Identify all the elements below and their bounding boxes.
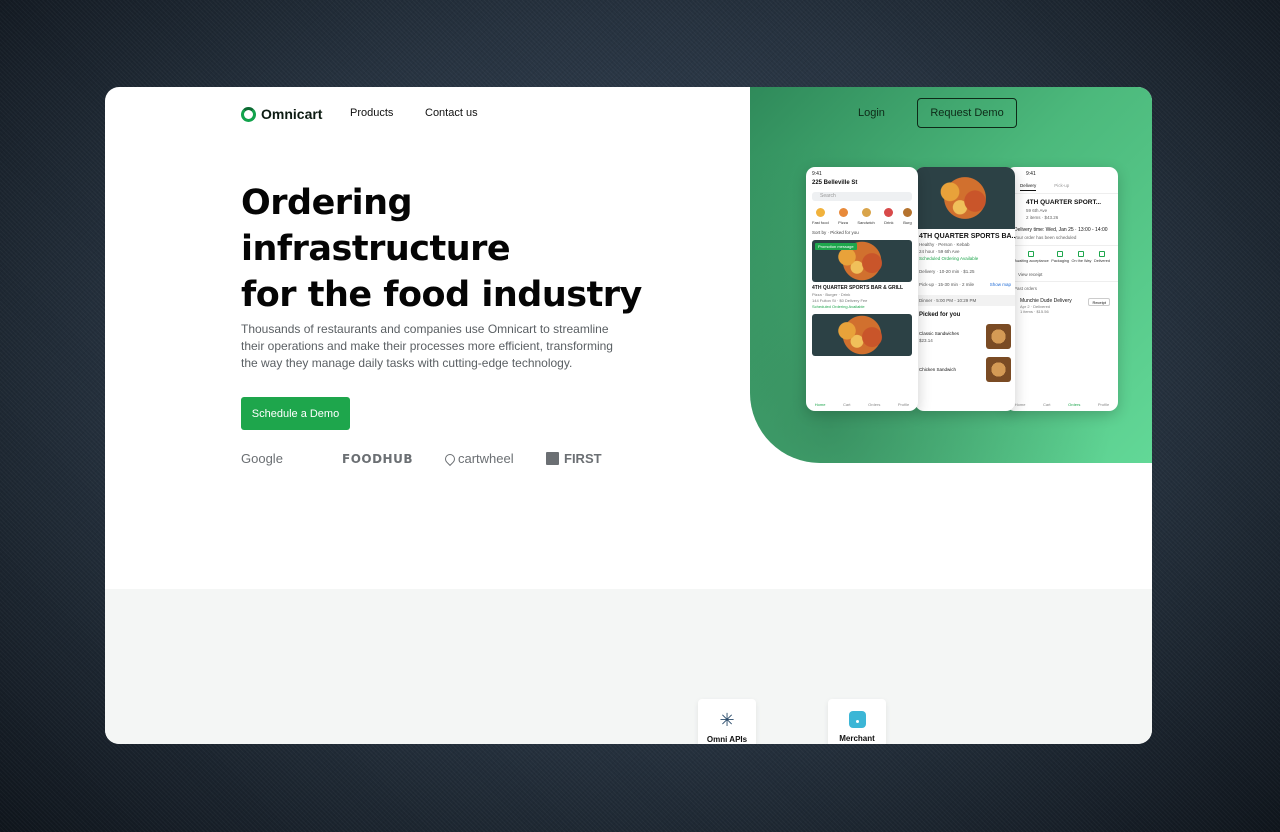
nav-contact[interactable]: Contact us [425, 107, 478, 119]
feature-card-merchant[interactable]: Merchant [828, 699, 886, 744]
phone-time: 9:41 [812, 171, 822, 177]
menu-item-image [986, 357, 1011, 382]
order-address: 59 6th Ave [1026, 208, 1048, 213]
step: Awaiting acceptance [1014, 251, 1049, 263]
phone-time: 9:41 [1026, 171, 1036, 177]
hero-title-line: for the food industry [241, 275, 642, 315]
tab-home: Home [814, 402, 826, 407]
hero-title: Ordering infrastructure for the food ind… [241, 180, 661, 318]
pickup-info: Pick-up · 15-30 min · 2 mile Show map [919, 282, 1011, 287]
phone-sort: Sort by · Picked for you [812, 230, 859, 235]
hero-description: Thousands of restaurants and companies u… [241, 322, 613, 370]
delivery-info: Delivery · 10-20 min · $1.25 [919, 269, 975, 274]
phone-mockup-orders: 9:41 Delivery Pick-up 4TH QUARTER SPORT.… [1006, 167, 1118, 411]
phone-tabbar: Home Cart Orders Profile [806, 402, 918, 407]
past-order: Munchie Dude Delivery Apr 2 · Delivered … [1006, 292, 1118, 314]
location-pin-icon [442, 451, 458, 466]
order-scheduled: Your order has been scheduled [1014, 235, 1077, 240]
step: Delivered [1094, 251, 1110, 263]
logo-text: Omnicart [261, 106, 323, 122]
restaurant-status: Scheduled Ordering Available [919, 256, 979, 261]
feature-card-omni-apis[interactable]: ✳ Omni APIs [698, 699, 756, 744]
category-item: Sandwich [857, 208, 875, 225]
phone-mockup-home: 9:41 225 Belleville St Search Fast food … [806, 167, 918, 411]
step: Packaging [1051, 251, 1069, 263]
partner-foodhub: FOODHUB [342, 452, 413, 466]
tab-orders: Orders [868, 402, 881, 407]
menu-selector: Dinner · 5:00 PM - 10:29 PM [915, 295, 1015, 306]
merchant-icon [848, 711, 866, 728]
tab-orders: Orders [1068, 402, 1081, 407]
login-link[interactable]: Login [858, 107, 885, 119]
request-demo-button[interactable]: Request Demo [917, 98, 1017, 128]
hero-title-line: infrastructure [241, 229, 511, 269]
features-section: ✳ Omni APIs Merchant [105, 589, 1152, 744]
partner-first-label: FIRST [564, 451, 602, 466]
phone-tabbar: Home Cart Orders Profile [1006, 402, 1118, 407]
view-receipt: View receipt [1006, 268, 1118, 282]
restaurant-hours: 24 hour · 59 6th Ave [919, 249, 960, 254]
section-title: Picked for you [919, 312, 961, 318]
tab-cart: Cart [1042, 402, 1051, 407]
asterisk-icon: ✳ [719, 710, 735, 730]
feature-card-label: Merchant [839, 734, 875, 743]
category-item: Pizza [838, 208, 848, 225]
omnicart-logo-icon [241, 106, 256, 122]
nav-products[interactable]: Products [350, 107, 393, 119]
order-items: 2 items · $43.26 [1026, 215, 1059, 220]
tab-profile: Profile [1097, 402, 1110, 407]
tab-pickup: Pick-up [1054, 183, 1070, 188]
menu-item: Classic Sandwiches $23.14 [915, 320, 1015, 353]
phone-address: 225 Belleville St [812, 180, 858, 186]
tab-profile: Profile [897, 402, 910, 407]
food-image [812, 314, 912, 356]
logo[interactable]: Omnicart [241, 106, 322, 122]
restaurant-tags: Healthy · Person · Kebab [919, 242, 970, 247]
tab-home: Home [1014, 402, 1026, 407]
restaurant-name: 4TH QUARTER SPORTS BAR & GRILL [812, 285, 904, 291]
order-restaurant: 4TH QUARTER SPORT... [1026, 199, 1102, 206]
menu-item-image [986, 324, 1011, 349]
delivery-time: Delivery time: Wed, Jan 25 · 13:00 - 14:… [1014, 227, 1108, 233]
tab-cart: Cart [842, 402, 851, 407]
feature-card-label: Omni APIs [706, 735, 748, 744]
past-orders-title: Past orders [1014, 286, 1038, 291]
phone-mockup-restaurant: 4TH QUARTER SPORTS BA... Healthy · Perso… [915, 167, 1015, 411]
partner-google: Google [241, 451, 283, 466]
order-progress: Awaiting acceptance Packaging On the Way… [1006, 245, 1118, 268]
schedule-demo-button[interactable]: Schedule a Demo [241, 397, 350, 430]
category-item: Burg [902, 208, 912, 225]
phone-categories: Fast food Pizza Sandwich Drink Burg [806, 204, 918, 225]
restaurant-cover-image [915, 167, 1015, 229]
first-logo-icon [546, 452, 559, 465]
category-item: Fast food [812, 208, 829, 225]
partner-cartwheel: cartwheel [442, 451, 514, 466]
order-mode-tabs: Delivery Pick-up [1006, 177, 1118, 194]
food-image: Promotion message [812, 240, 912, 282]
phone-search-input: Search [812, 192, 912, 201]
partner-first: FIRST [546, 451, 602, 466]
partner-logos: Google FOODHUB cartwheel FIRST [241, 451, 621, 471]
restaurant-title: 4TH QUARTER SPORTS BA... [919, 233, 1015, 240]
restaurant-status: Scheduled Ordering Available [812, 304, 865, 309]
tab-delivery: Delivery [1020, 183, 1037, 191]
menu-item: Chicken Sandwich [915, 353, 1015, 386]
promo-badge: Promotion message [815, 243, 857, 250]
step: On the Way [1072, 251, 1091, 263]
category-item: Drink [884, 208, 894, 225]
browser-page: Omnicart Products Contact us Login Reque… [105, 87, 1152, 744]
partner-cartwheel-label: cartwheel [458, 451, 514, 466]
receipt-button: Receipt [1088, 298, 1110, 306]
hero-title-line: Ordering [241, 183, 413, 223]
